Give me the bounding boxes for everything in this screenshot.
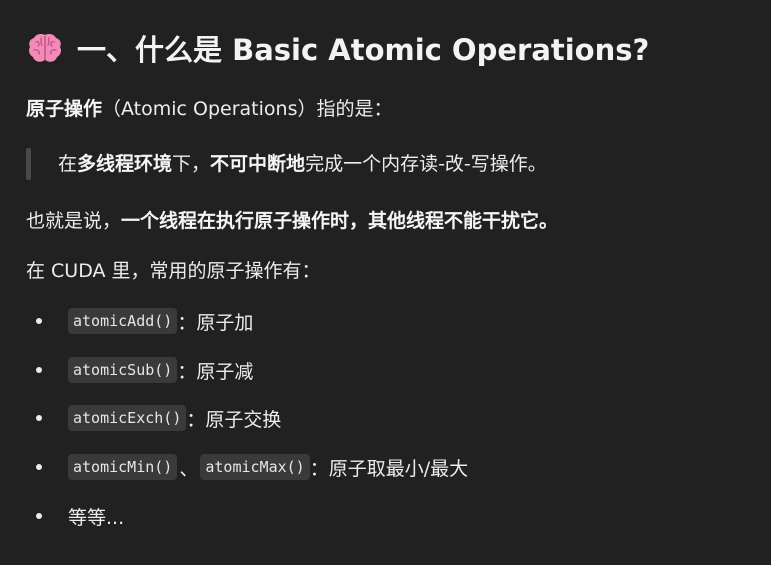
list-item: atomicAdd() ：原子加 [36, 305, 253, 337]
quote-text-2: 下， [172, 153, 211, 175]
code-atomic-max: atomicMax() [200, 454, 310, 480]
intro-paragraph: 原子操作（Atomic Operations）指的是： [26, 94, 392, 124]
list-item-desc: ：原子交换 [186, 408, 282, 431]
bullet-icon [36, 318, 42, 324]
list-item: atomicExch() ：原子交换 [36, 402, 281, 434]
intro-text: （Atomic Operations）指的是： [102, 98, 393, 120]
list-item-desc: ：原子取最小/最大 [309, 457, 469, 480]
cuda-intro-text: 在 CUDA 里，常用的原子操作有： [26, 260, 321, 282]
quote-text-3: 完成一个内存读-改-写操作。 [305, 153, 547, 175]
list-item-text: 等等... [68, 506, 125, 529]
code-atomic-add: atomicAdd() [68, 308, 178, 334]
quote-bold-1: 多线程环境 [77, 153, 173, 175]
bullet-icon [36, 513, 42, 519]
blockquote: 在多线程环境下，不可中断地完成一个内存读-改-写操作。 [26, 148, 547, 180]
explanation-text: 也就是说， [26, 210, 122, 232]
explanation-bold: 一个线程在执行原子操作时，其他线程不能干扰它。 [121, 210, 559, 232]
list-item-desc: ：原子加 [177, 311, 254, 334]
intro-bold: 原子操作 [26, 98, 103, 120]
page-title: 一、什么是 Basic Atomic Operations? [77, 33, 650, 67]
cuda-intro-paragraph: 在 CUDA 里，常用的原子操作有： [26, 256, 321, 286]
blockquote-text: 在多线程环境下，不可中断地完成一个内存读-改-写操作。 [58, 149, 547, 179]
code-atomic-sub: atomicSub() [68, 357, 178, 383]
blockquote-bar [26, 148, 31, 180]
explanation-paragraph: 也就是说，一个线程在执行原子操作时，其他线程不能干扰它。 [26, 206, 558, 236]
list-item-separator: 、 [179, 457, 199, 480]
section-heading: 一、什么是 Basic Atomic Operations? [27, 26, 649, 70]
quote-text-1: 在 [58, 153, 78, 175]
brain-icon [29, 34, 61, 62]
list-item-desc: ：原子减 [177, 360, 254, 383]
code-atomic-min: atomicMin() [68, 454, 178, 480]
bullet-icon [36, 464, 42, 470]
bullet-icon [36, 415, 42, 421]
bullet-icon [36, 367, 42, 373]
code-atomic-exch: atomicExch() [68, 405, 187, 431]
quote-bold-2: 不可中断地 [210, 153, 306, 175]
list-item: 等等... [36, 500, 124, 532]
list-item: atomicMin()、 atomicMax() ：原子取最小/最大 [36, 451, 468, 483]
list-item: atomicSub() ：原子减 [36, 354, 253, 386]
